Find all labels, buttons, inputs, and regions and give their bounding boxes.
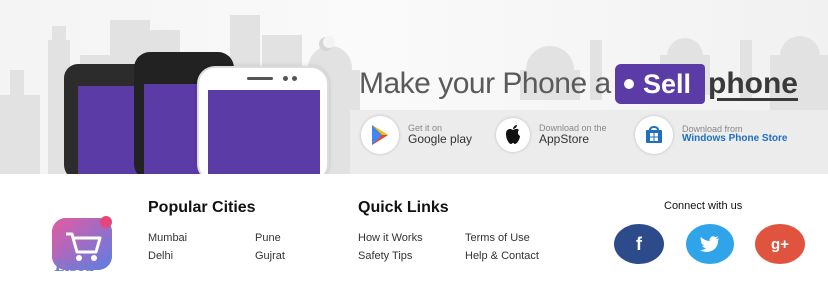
google-play-button[interactable]: Get it on Google play — [361, 116, 472, 154]
city-link-delhi[interactable]: Delhi — [148, 250, 173, 262]
windows-store-label: Windows Phone Store — [682, 133, 788, 145]
sell-tag-text: Sell — [643, 68, 692, 99]
windows-store-icon — [635, 116, 673, 154]
logo-wordmark: Listu — [55, 259, 95, 275]
quick-link-how-it-works[interactable]: How it Works — [358, 232, 423, 244]
popular-cities-heading: Popular Cities — [148, 199, 256, 216]
windows-store-button[interactable]: Download from Windows Phone Store — [635, 116, 787, 154]
app-store-label: AppStore — [539, 132, 590, 147]
quick-link-safety-tips[interactable]: Safety Tips — [358, 250, 412, 262]
city-link-pune[interactable]: Pune — [255, 232, 281, 244]
twitter-icon — [700, 236, 719, 252]
phone-illustration-front — [197, 66, 329, 174]
quick-links-heading: Quick Links — [358, 199, 449, 216]
google-plus-icon: g+ — [771, 235, 789, 253]
google-play-label: Google play — [408, 132, 473, 147]
facebook-button[interactable]: f — [614, 224, 664, 264]
site-footer: Listu Popular Cities Mumbai Pune Delhi G… — [0, 174, 828, 282]
quick-link-help-contact[interactable]: Help & Contact — [465, 250, 539, 262]
app-store-button[interactable]: Download on the AppStore — [496, 116, 607, 154]
quick-link-terms-of-use[interactable]: Terms of Use — [465, 232, 530, 244]
sell-tag-logo: Sell — [615, 64, 705, 104]
banner-headline: Make your Phone a — [359, 67, 611, 100]
connect-heading: Connect with us — [664, 200, 743, 212]
city-link-mumbai[interactable]: Mumbai — [148, 232, 187, 244]
city-link-gujrat[interactable]: Gujrat — [255, 250, 285, 262]
app-promo-banner: Make your Phone a Sell phone Get it on G… — [0, 0, 828, 174]
google-play-icon — [361, 116, 399, 154]
banner-phone-word: phone — [708, 67, 798, 100]
twitter-button[interactable] — [686, 224, 734, 264]
apple-icon — [496, 118, 530, 152]
google-plus-button[interactable]: g+ — [755, 224, 805, 264]
facebook-icon: f — [636, 233, 642, 254]
